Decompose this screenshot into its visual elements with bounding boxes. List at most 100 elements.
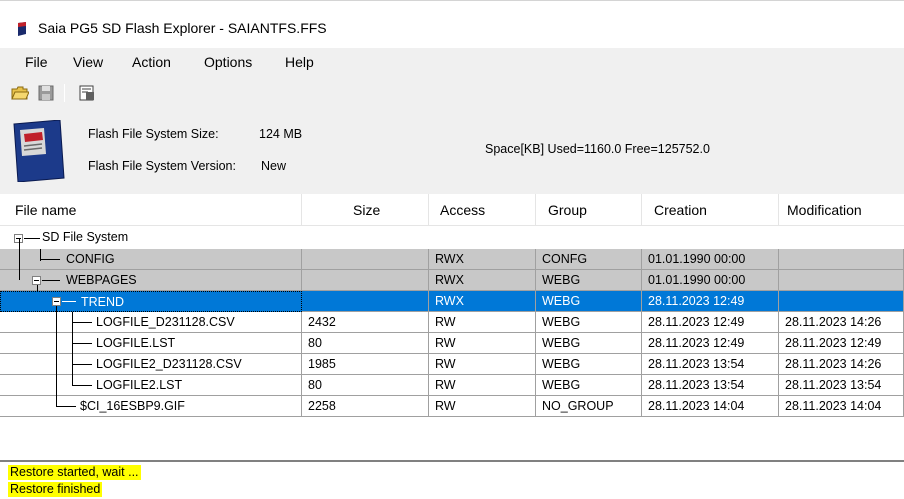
row-group: WEBG xyxy=(536,354,642,375)
status-line: Restore started, wait ... xyxy=(8,465,141,480)
table-row[interactable]: LOGFILE.LST 80 RW WEBG 28.11.2023 12:49 … xyxy=(0,333,904,354)
row-name: TREND xyxy=(81,295,125,309)
row-name: LOGFILE.LST xyxy=(96,336,176,350)
row-modification xyxy=(779,270,904,291)
row-modification: 28.11.2023 13:54 xyxy=(779,375,904,396)
app-icon xyxy=(18,22,26,36)
row-group: WEBG xyxy=(536,270,642,291)
row-size: 80 xyxy=(302,333,429,354)
row-name: CONFIG xyxy=(66,252,115,266)
status-line: Restore finished xyxy=(8,482,103,497)
row-name-cell: LOGFILE_D231128.CSV xyxy=(0,312,302,333)
sd-card-icon xyxy=(13,120,65,182)
space-info: Space[KB] Used=1160.0 Free=125752.0 xyxy=(485,142,710,156)
column-header: File name Size Access Group Creation Mod… xyxy=(0,194,904,226)
row-group: CONFG xyxy=(536,249,642,270)
row-name-cell: LOGFILE2_D231128.CSV xyxy=(0,354,302,375)
collapse-box[interactable] xyxy=(32,276,41,285)
col-header-access[interactable]: Access xyxy=(440,202,485,218)
menu-help[interactable]: Help xyxy=(285,54,314,70)
fs-size-value: 124 MB xyxy=(259,127,303,141)
fs-version-label: Flash File System Version: xyxy=(88,159,236,173)
column-divider[interactable] xyxy=(428,194,429,226)
row-size: 2258 xyxy=(302,396,429,417)
menu-file[interactable]: File xyxy=(25,54,48,70)
column-divider[interactable] xyxy=(641,194,642,226)
row-creation: 28.11.2023 13:54 xyxy=(642,375,779,396)
table-row[interactable]: CONFIG RWX CONFG 01.01.1990 00:00 xyxy=(0,249,904,270)
save-icon[interactable] xyxy=(37,84,55,102)
menu-bar: File View Action Options Help xyxy=(0,48,904,76)
row-size xyxy=(302,270,429,291)
info-panel: Flash File System Size: 124 MB Flash Fil… xyxy=(0,110,904,194)
row-name-cell: LOGFILE.LST xyxy=(0,333,302,354)
row-creation: 28.11.2023 12:49 xyxy=(642,291,779,312)
column-divider[interactable] xyxy=(535,194,536,226)
tree-row-root[interactable]: SD File System xyxy=(0,228,904,249)
row-access: RW xyxy=(429,396,536,417)
row-access: RW xyxy=(429,354,536,375)
row-group: WEBG xyxy=(536,312,642,333)
col-header-size[interactable]: Size xyxy=(353,202,380,218)
row-size: 2432 xyxy=(302,312,429,333)
column-divider[interactable] xyxy=(778,194,779,226)
row-name: LOGFILE2_D231128.CSV xyxy=(96,357,242,371)
row-creation: 28.11.2023 14:04 xyxy=(642,396,779,417)
table-row[interactable]: LOGFILE2_D231128.CSV 1985 RW WEBG 28.11.… xyxy=(0,354,904,375)
tree-connector xyxy=(37,285,38,292)
window-title: Saia PG5 SD Flash Explorer - SAIANTFS.FF… xyxy=(38,20,327,36)
row-access: RWX xyxy=(429,291,536,312)
row-name: SD File System xyxy=(42,230,129,244)
row-access: RW xyxy=(429,375,536,396)
row-name: LOGFILE_D231128.CSV xyxy=(96,315,235,329)
col-header-filename[interactable]: File name xyxy=(15,202,76,218)
row-access: RW xyxy=(429,312,536,333)
table-row[interactable]: WEBPAGES RWX WEBG 01.01.1990 00:00 xyxy=(0,270,904,291)
row-creation: 28.11.2023 12:49 xyxy=(642,312,779,333)
toolbar-separator xyxy=(64,84,65,102)
table-row[interactable]: LOGFILE2.LST 80 RW WEBG 28.11.2023 13:54… xyxy=(0,375,904,396)
column-divider[interactable] xyxy=(301,194,302,226)
toolbar xyxy=(0,76,904,110)
col-header-creation[interactable]: Creation xyxy=(654,202,707,218)
status-log: Restore started, wait ... Restore finish… xyxy=(0,460,904,499)
row-modification: 28.11.2023 12:49 xyxy=(779,333,904,354)
tree-connector xyxy=(72,312,73,386)
row-size: 80 xyxy=(302,375,429,396)
fs-version-value: New xyxy=(261,159,287,173)
row-access: RWX xyxy=(429,270,536,291)
tree-connector xyxy=(19,239,20,280)
row-size xyxy=(302,249,429,270)
properties-icon[interactable] xyxy=(78,84,96,102)
menu-action[interactable]: Action xyxy=(132,54,171,70)
row-modification: 28.11.2023 14:04 xyxy=(779,396,904,417)
menu-view[interactable]: View xyxy=(73,54,103,70)
row-name-cell: TREND xyxy=(0,291,302,312)
row-name-cell: $CI_16ESBP9.GIF xyxy=(0,396,302,417)
row-creation: 01.01.1990 00:00 xyxy=(642,270,779,291)
fs-size-label: Flash File System Size: xyxy=(88,127,219,141)
open-folder-icon[interactable] xyxy=(11,84,29,102)
row-creation: 01.01.1990 00:00 xyxy=(642,249,779,270)
table-row-selected[interactable]: TREND RWX WEBG 28.11.2023 12:49 xyxy=(0,291,904,312)
title-bar: Saia PG5 SD Flash Explorer - SAIANTFS.FF… xyxy=(0,0,904,48)
collapse-box[interactable] xyxy=(52,297,61,306)
row-group: WEBG xyxy=(536,291,642,312)
row-name: LOGFILE2.LST xyxy=(96,378,183,392)
table-row[interactable]: $CI_16ESBP9.GIF 2258 RW NO_GROUP 28.11.2… xyxy=(0,396,904,417)
table-row[interactable]: LOGFILE_D231128.CSV 2432 RW WEBG 28.11.2… xyxy=(0,312,904,333)
row-name-cell: LOGFILE2.LST xyxy=(0,375,302,396)
menu-options[interactable]: Options xyxy=(204,54,252,70)
row-group: NO_GROUP xyxy=(536,396,642,417)
row-name: $CI_16ESBP9.GIF xyxy=(80,399,185,413)
tree-connector xyxy=(56,306,57,406)
row-creation: 28.11.2023 13:54 xyxy=(642,354,779,375)
row-group: WEBG xyxy=(536,333,642,354)
col-header-group[interactable]: Group xyxy=(548,202,587,218)
row-modification: 28.11.2023 14:26 xyxy=(779,312,904,333)
row-access: RWX xyxy=(429,249,536,270)
row-creation: 28.11.2023 12:49 xyxy=(642,333,779,354)
row-name: WEBPAGES xyxy=(66,273,137,287)
row-modification xyxy=(779,291,904,312)
col-header-modification[interactable]: Modification xyxy=(787,202,862,218)
